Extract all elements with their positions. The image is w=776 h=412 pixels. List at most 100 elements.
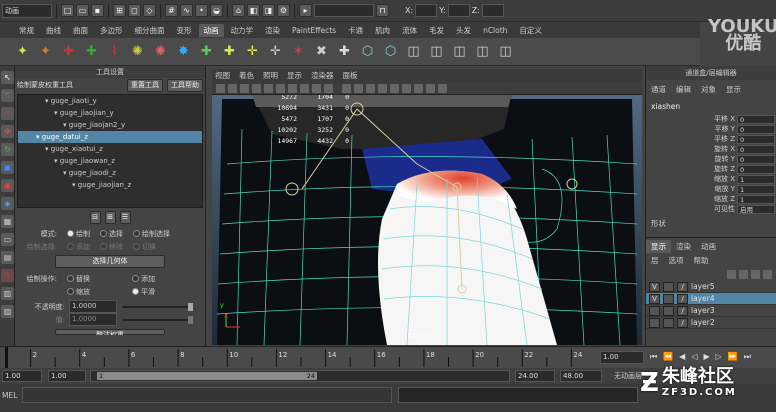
- open-scene-icon[interactable]: ▭: [76, 4, 89, 17]
- manipulator-tool-icon[interactable]: ◉: [1, 179, 14, 192]
- select-geometry-button[interactable]: 选择几何体: [55, 255, 165, 268]
- layer-visibility-toggle[interactable]: V: [649, 293, 660, 304]
- shelf-tab[interactable]: 渲染: [260, 24, 285, 37]
- layer-tab[interactable]: 显示: [646, 240, 671, 253]
- resolution-gate-icon[interactable]: [288, 83, 297, 93]
- influence-item[interactable]: ▾ guge_jiaojian_y: [18, 107, 202, 119]
- mode-select-radio[interactable]: [100, 230, 107, 237]
- attribute-row[interactable]: 旋转 Y0: [646, 154, 776, 164]
- shelf-tab[interactable]: 肌肉: [370, 24, 395, 37]
- attribute-value[interactable]: 0: [737, 114, 775, 124]
- layer-visibility-toggle[interactable]: V: [649, 281, 660, 292]
- new-empty-layer-icon[interactable]: [751, 270, 760, 279]
- start-time-field[interactable]: 1.00: [2, 370, 42, 382]
- paint-op-scale-radio[interactable]: [67, 288, 74, 295]
- construction-history-icon[interactable]: ⌂: [232, 4, 245, 17]
- new-layer-selected-icon[interactable]: [763, 270, 772, 279]
- attribute-value[interactable]: 0: [737, 144, 775, 154]
- influence-item[interactable]: ▾ guge_jiaodi_z: [18, 167, 202, 179]
- layer-menu-item[interactable]: 层: [651, 255, 659, 266]
- ik-handle-icon[interactable]: ⌇: [106, 43, 123, 60]
- move-layer-down-icon[interactable]: [739, 270, 748, 279]
- blend-shape-icon[interactable]: ✚: [221, 43, 238, 60]
- layer-menu-item[interactable]: 选项: [669, 255, 684, 266]
- wrap-icon[interactable]: ✛: [267, 43, 284, 60]
- snap-surface-icon[interactable]: ◒: [210, 4, 223, 17]
- cube4-icon[interactable]: ◫: [474, 43, 491, 60]
- attribute-value[interactable]: 0: [737, 134, 775, 144]
- layer-playback-toggle[interactable]: [663, 281, 674, 292]
- layer-row[interactable]: / layer3: [646, 305, 776, 317]
- bind-skin-icon[interactable]: ✺: [152, 43, 169, 60]
- attribute-value[interactable]: 1: [737, 174, 775, 184]
- attribute-row[interactable]: 平移 Y0: [646, 124, 776, 134]
- layout-persp-outliner-icon[interactable]: ▥: [1, 287, 14, 300]
- viewport-menu-item[interactable]: 视图: [215, 70, 230, 81]
- paint-select-tool-icon[interactable]: ✎: [1, 107, 14, 120]
- attribute-row[interactable]: 缩放 X1: [646, 174, 776, 184]
- layer-tab[interactable]: 动画: [696, 240, 721, 253]
- current-frame-field[interactable]: 1.00: [600, 351, 644, 364]
- paint-select-remove-radio[interactable]: [100, 243, 107, 250]
- z-field[interactable]: [481, 4, 504, 17]
- attribute-value[interactable]: 0: [737, 164, 775, 174]
- layer-playback-toggle[interactable]: [663, 305, 674, 316]
- select-tool-icon[interactable]: ↖: [1, 71, 14, 84]
- step-forward-key-icon[interactable]: ⏩: [728, 352, 738, 362]
- play-back-icon[interactable]: ◁: [691, 352, 697, 362]
- shelf-tab[interactable]: 曲面: [68, 24, 93, 37]
- lights-icon[interactable]: [402, 83, 411, 93]
- attribute-value[interactable]: 0: [737, 154, 775, 164]
- cube3-icon[interactable]: ◫: [451, 43, 468, 60]
- viewport-menu-item[interactable]: 照明: [263, 70, 278, 81]
- set-key-icon[interactable]: ✦: [14, 43, 31, 60]
- viewport-menu-item[interactable]: 渲染器: [311, 70, 334, 81]
- shelf-tab[interactable]: 自定义: [514, 24, 547, 37]
- wireframe-on-shaded-icon[interactable]: [366, 83, 375, 93]
- layout-single-icon[interactable]: ▭: [1, 233, 14, 246]
- attribute-row[interactable]: 可见性 启用: [646, 204, 776, 214]
- go-to-end-icon[interactable]: ⏭: [744, 352, 751, 362]
- key-scale-icon[interactable]: ✚: [83, 43, 100, 60]
- move-tool-icon[interactable]: ✥: [1, 125, 14, 138]
- channel-menu-item[interactable]: 对象: [701, 84, 716, 95]
- last-tool-icon[interactable]: ▦: [1, 215, 14, 228]
- current-time-indicator[interactable]: [5, 347, 8, 369]
- influence-item[interactable]: ▾ guge_jiaowan_z: [18, 155, 202, 167]
- camera-select-icon[interactable]: [216, 83, 225, 93]
- key-rotate-icon[interactable]: ✚: [60, 43, 77, 60]
- shelf-tab[interactable]: 曲线: [41, 24, 66, 37]
- paint-select-add-radio[interactable]: [67, 243, 74, 250]
- paint-op-replace-radio[interactable]: [67, 275, 74, 282]
- attribute-row[interactable]: 平移 Z0: [646, 134, 776, 144]
- y-field[interactable]: [447, 4, 470, 17]
- influence-item[interactable]: ▾ guge_jiaojian_z: [18, 179, 202, 191]
- image-plane-icon[interactable]: [252, 83, 261, 93]
- textures-icon[interactable]: [390, 83, 399, 93]
- play-forward-icon[interactable]: ▶: [703, 352, 709, 362]
- key-translate-icon[interactable]: ✦: [37, 43, 54, 60]
- save-scene-icon[interactable]: ▪: [91, 4, 104, 17]
- tool-help-button[interactable]: 工具帮助: [167, 78, 203, 92]
- value-slider[interactable]: [123, 315, 193, 324]
- layer-playback-toggle[interactable]: [663, 317, 674, 328]
- reset-tool-button[interactable]: 重置工具: [127, 78, 163, 92]
- snap-point-icon[interactable]: •: [195, 4, 208, 17]
- field-chart-icon[interactable]: [312, 83, 321, 93]
- high-quality-icon[interactable]: [438, 83, 447, 93]
- select-hierarchy-icon[interactable]: ⊞: [113, 4, 126, 17]
- camera-attr-icon[interactable]: [228, 83, 237, 93]
- layer-color-swatch[interactable]: /: [677, 305, 688, 316]
- shelf-tab[interactable]: PaintEffects: [287, 24, 341, 37]
- sort-flat-icon[interactable]: ☰: [119, 211, 131, 224]
- cube5-icon[interactable]: ◫: [497, 43, 514, 60]
- attribute-row[interactable]: 旋转 X0: [646, 144, 776, 154]
- attribute-value[interactable]: 1: [737, 194, 775, 204]
- attribute-row[interactable]: 旋转 Z0: [646, 164, 776, 174]
- prune-weights-button[interactable]: 整洁权重: [55, 329, 165, 335]
- layer-color-swatch[interactable]: /: [677, 281, 688, 292]
- viewport-menu-item[interactable]: 面板: [343, 70, 358, 81]
- time-slider[interactable]: 2 4 6 8 10 12 14 16 18 20 22 24 1.00 ⏮ ⏪ ◀ ◁ ▶ ▷ ⏩ …: [0, 346, 776, 369]
- paint-op-add-radio[interactable]: [132, 275, 139, 282]
- shelf-tab[interactable]: nCloth: [478, 24, 512, 37]
